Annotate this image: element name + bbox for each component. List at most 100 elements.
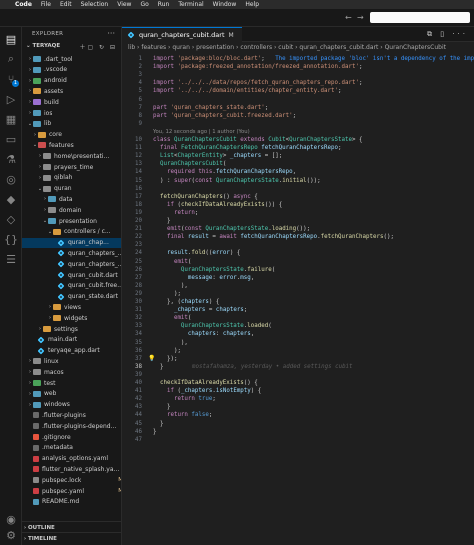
settings-gear-icon[interactable]: ⚙	[3, 527, 19, 543]
code-line[interactable]: 30 }, (chapters) {	[122, 298, 474, 306]
tree-file[interactable]: quran_chapters_...	[22, 248, 121, 258]
code-line[interactable]: 10 class QuranChaptersCubit extends Cubit…	[122, 136, 474, 144]
tree-folder[interactable]: ⌄ features	[22, 140, 121, 150]
tree-folder[interactable]: › core	[22, 130, 121, 140]
tree-file[interactable]: quran_chapters_...	[22, 259, 121, 269]
code-line[interactable]: 45 }	[122, 420, 474, 428]
code-line[interactable]: 37 }); 💡	[122, 355, 474, 363]
tree-file[interactable]: teryaqe_app.dart	[22, 346, 121, 356]
code-line[interactable]: 15 ) : super(const QuranChaptersState.in…	[122, 177, 474, 185]
code-line[interactable]: 19 return;	[122, 209, 474, 217]
tree-file[interactable]: analysis_options.yaml	[22, 454, 121, 464]
tree-folder[interactable]: › linux	[22, 356, 121, 366]
remote-explorer-icon[interactable]: ▭	[3, 131, 19, 147]
code-line[interactable]: 24 result.fold((error) {	[122, 249, 474, 257]
tree-file[interactable]: pubspec.lockM	[22, 475, 121, 485]
tree-file[interactable]: pubspec.yamlM	[22, 486, 121, 496]
tree-folder[interactable]: › macos	[22, 367, 121, 377]
more-actions-icon[interactable]: ···	[107, 29, 115, 38]
menu-view[interactable]: View	[117, 1, 131, 8]
code-line[interactable]: 16	[122, 185, 474, 193]
code-line[interactable]: 29 );	[122, 290, 474, 298]
app-menu[interactable]: Code	[15, 1, 32, 8]
code-line[interactable]: 6	[122, 96, 474, 104]
code-line[interactable]: 36 );	[122, 347, 474, 355]
explorer-icon[interactable]: ▤	[3, 31, 19, 47]
timeline-section[interactable]: › TIMELINE	[22, 532, 121, 544]
docker-icon[interactable]: ◆	[3, 191, 19, 207]
tree-folder[interactable]: › home\presentati...	[22, 151, 121, 161]
menu-edit[interactable]: Edit	[60, 1, 72, 8]
code-line[interactable]: 26 QuranChaptersState.failure(	[122, 266, 474, 274]
code-line[interactable]: 7 part 'quran_chapters_state.dart';	[122, 104, 474, 112]
tree-folder[interactable]: › .dart_tool	[22, 54, 121, 64]
git-graph-icon[interactable]: ◎	[3, 171, 19, 187]
tree-file[interactable]: quran_cubit.dart	[22, 270, 121, 280]
tree-folder[interactable]: › web	[22, 389, 121, 399]
code-line[interactable]: 27 message: error.msg,	[122, 274, 474, 282]
code-line[interactable]: 11 final FetchQuranChaptersRepo fetchQur…	[122, 144, 474, 152]
menu-help[interactable]: Help	[245, 1, 259, 8]
tree-file[interactable]: .gitignore	[22, 432, 121, 442]
code-line[interactable]: 33 QuranChaptersState.loaded(	[122, 322, 474, 330]
search-icon[interactable]: ⌕	[3, 51, 19, 67]
forward-arrow-icon[interactable]: →	[357, 13, 364, 22]
code-line[interactable]: 41 if (_chapters.isNotEmpty) {	[122, 387, 474, 395]
tree-folder[interactable]: › domain	[22, 205, 121, 215]
code-line[interactable]: 43 }	[122, 403, 474, 411]
workspace-root[interactable]: ⌄ TERYAQE	[26, 43, 60, 49]
menu-run[interactable]: Run	[158, 1, 170, 8]
tree-folder[interactable]: › assets	[22, 86, 121, 96]
tree-folder[interactable]: ⌄ lib	[22, 119, 121, 129]
tree-file[interactable]: quran_chap...M	[22, 237, 121, 248]
run-debug-icon[interactable]: ▷	[3, 91, 19, 107]
testing-icon[interactable]: ⚗	[3, 151, 19, 167]
tree-folder[interactable]: › settings	[22, 324, 121, 334]
tree-file[interactable]: flutter_native_splash.ya...	[22, 464, 121, 474]
tree-folder[interactable]: › data	[22, 194, 121, 204]
code-line[interactable]: 17 fetchQuranChapters() async {	[122, 193, 474, 201]
code-line[interactable]: 44 return false;	[122, 411, 474, 419]
tree-folder[interactable]: › qiblah	[22, 173, 121, 183]
code-line[interactable]: 46}	[122, 428, 474, 436]
code-line[interactable]: 35 ),	[122, 339, 474, 347]
tree-file[interactable]: quran_cubit.free...	[22, 281, 121, 291]
code-line[interactable]: 32 emit(	[122, 314, 474, 322]
code-line[interactable]: 39	[122, 371, 474, 379]
menu-go[interactable]: Go	[140, 1, 148, 8]
code-line[interactable]: 21 emit(const QuranChaptersState.loading…	[122, 225, 474, 233]
code-line[interactable]: 13 QuranChaptersCubit(	[122, 160, 474, 168]
code-line[interactable]: 42 return true;	[122, 395, 474, 403]
database-icon[interactable]: ◇	[3, 211, 19, 227]
tree-folder[interactable]: › windows	[22, 400, 121, 410]
code-line[interactable]: 25 emit(	[122, 258, 474, 266]
tree-file[interactable]: .flutter-plugins-depend...	[22, 421, 121, 431]
codelens-blame[interactable]: You, 12 seconds ago | 1 author (You)	[153, 128, 250, 136]
code-line[interactable]: 47	[122, 436, 474, 444]
code-editor[interactable]: 1 import 'package:bloc/bloc.dart'; The im…	[122, 54, 474, 545]
source-control-icon[interactable]: ⑂ 1	[3, 71, 19, 87]
tree-folder[interactable]: › prayers_time	[22, 162, 121, 172]
tree-file[interactable]: .metadata	[22, 443, 121, 453]
tree-folder[interactable]: ⌄ controllers / c...	[22, 227, 121, 237]
tree-folder[interactable]: › .vscode	[22, 65, 121, 75]
code-line[interactable]: 34 chapters: chapters,	[122, 330, 474, 338]
tree-folder[interactable]: › android	[22, 76, 121, 86]
code-line[interactable]: 18 if (checkIfDataAlreadyExists()) {	[122, 201, 474, 209]
outline-view-icon[interactable]: ☰	[3, 251, 19, 267]
menu-window[interactable]: Window	[213, 1, 237, 8]
tree-file[interactable]: README.md	[22, 497, 121, 507]
menu-terminal[interactable]: Terminal	[178, 1, 203, 8]
tree-folder[interactable]: › build	[22, 97, 121, 107]
json-icon[interactable]: {}	[3, 231, 19, 247]
tab-quran-chapters-cubit[interactable]: quran_chapters_cubit.dart M	[122, 27, 242, 42]
tree-folder[interactable]: ⌄ quran	[22, 184, 121, 194]
code-line[interactable]: 31 _chapters = chapters;	[122, 306, 474, 314]
account-icon[interactable]: ◉	[3, 511, 19, 527]
command-center-search[interactable]	[370, 12, 470, 23]
back-arrow-icon[interactable]: ←	[345, 13, 352, 22]
tree-folder[interactable]: › ios	[22, 108, 121, 118]
tree-file[interactable]: .flutter-plugins	[22, 410, 121, 420]
menu-file[interactable]: File	[41, 1, 51, 8]
tree-folder[interactable]: › widgets	[22, 313, 121, 323]
